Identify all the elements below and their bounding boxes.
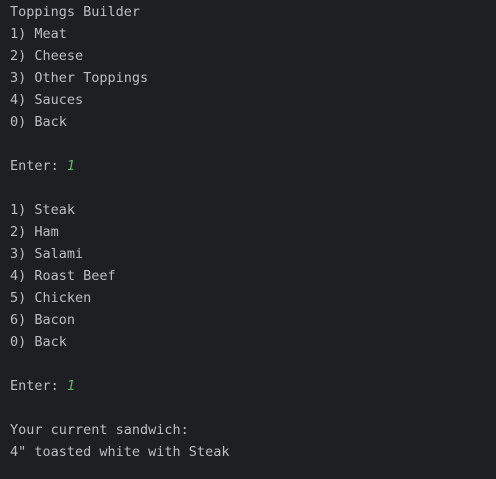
menu-option-sauces: 4) Sauces xyxy=(10,92,84,108)
enter-prompt-1: Enter: 1 xyxy=(10,155,496,177)
user-input-value: 1 xyxy=(66,158,76,174)
meat-option-roast-beef: 4) Roast Beef xyxy=(10,268,116,284)
enter-prompt-label: Enter: xyxy=(10,378,67,394)
menu-option-meat: 1) Meat xyxy=(10,26,67,42)
meat-option-steak: 1) Steak xyxy=(10,202,76,218)
meat-option-ham: 2) Ham xyxy=(10,224,59,240)
run-console-output: Toppings Builder 1) Meat 2) Cheese 3) Ot… xyxy=(0,0,496,479)
meat-option-salami: 3) Salami xyxy=(10,246,84,262)
meat-option-bacon: 6) Bacon xyxy=(10,312,76,328)
enter-prompt-2: Enter: 1 xyxy=(10,375,496,397)
sandwich-summary: 4" toasted white with Steak xyxy=(10,444,230,460)
meat-option-chicken: 5) Chicken xyxy=(10,290,92,306)
menu-option-other-toppings: 3) Other Toppings xyxy=(10,70,149,86)
meat-option-back: 0) Back xyxy=(10,334,67,350)
menu-option-back: 0) Back xyxy=(10,114,67,130)
enter-prompt-label: Enter: xyxy=(10,158,67,174)
menu-title: Toppings Builder xyxy=(10,4,141,20)
sandwich-heading: Your current sandwich: xyxy=(10,422,189,438)
menu-option-cheese: 2) Cheese xyxy=(10,48,84,64)
user-input-value: 1 xyxy=(66,378,76,394)
